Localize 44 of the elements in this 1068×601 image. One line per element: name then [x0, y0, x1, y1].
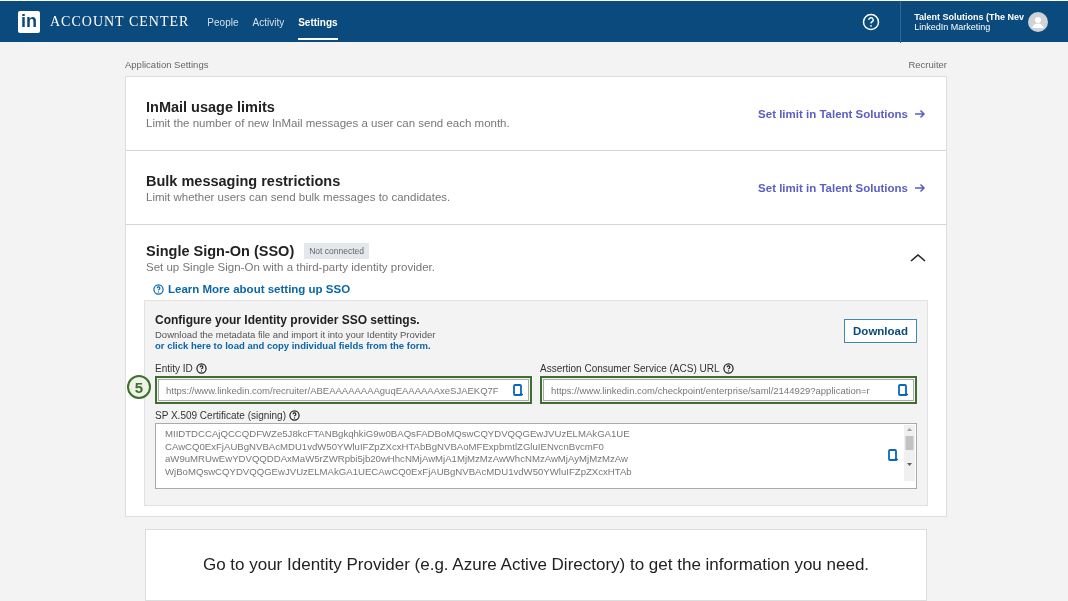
section-description: Limit whether users can send bulk messages to candidates.: [146, 190, 452, 203]
section-title: Bulk messaging restrictions: [146, 172, 342, 189]
copy-icon[interactable]: [888, 449, 899, 462]
arrow-right-icon: [914, 108, 926, 119]
set-limit-link[interactable]: Set limit in Talent Solutions: [758, 107, 908, 120]
breadcrumb: Application Settings: [125, 59, 209, 70]
certificate-text: MIIDTDCCAjQCCQDFWZe5J8kcFTANBgkqhkiG9w0BAQsFADBoMQswCQYDVQQGEwJVUzELMAkGA1UE CAwCQ0ExFjAUBgNVBAcMDU1vdW50YWluIFZpZXcxHTAbBgNVBAoMFExpbmtlZGluIENvcnBvcmF0 aW9uMRUwEwYDVQQDDAxMaW5rZWRpbi5jb20wHhcNMjAwMjA1MjMzMzAwWhcNMzAwMjAyMjMzMzAw WjBoMQswCQYDVQQGEwJVUzELMAkGA1UECAwCQ0ExFjAUBgNVBAcMDU1vdW50YWluIFZpZXcxHTAb: [165, 428, 633, 478]
download-button[interactable]: Download: [844, 319, 917, 343]
section-title: InMail usage limits: [146, 98, 276, 115]
account-name[interactable]: Talent Solutions (The Nev: [914, 11, 1024, 22]
info-text: Go to your Identity Provider (e.g. Azure Active Directory) to get the information you need.: [202, 555, 870, 575]
product-label: Recruiter: [908, 59, 947, 70]
logo[interactable]: in: [18, 10, 40, 33]
learn-more-link[interactable]: Learn More about setting up SSO: [168, 283, 351, 295]
field-label: Entity ID: [155, 363, 193, 374]
copy-icon[interactable]: [898, 383, 909, 397]
panel-heading: Configure your Identity provider SSO settings.: [155, 313, 421, 327]
url-field[interactable]: https://www.linkedin.com/checkpoint/enterprise/saml/2144929?application=r: [543, 379, 914, 401]
nav-tab[interactable]: Settings: [298, 3, 338, 40]
url-field[interactable]: https://www.linkedin.com/recruiter/ABEAAAAAAAAguqEAAAAAAxeSJAEKQ7F: [158, 379, 529, 401]
nav-tab[interactable]: People: [207, 3, 239, 40]
help-icon: [153, 283, 164, 295]
set-limit-link[interactable]: Set limit in Talent Solutions: [758, 181, 908, 194]
section-description: Set up Single Sign-On with a third-party identity provider.: [146, 261, 436, 273]
load-fields-link[interactable]: or click here to load and copy individual fields from the form.: [155, 340, 436, 351]
account-org: LinkedIn Marketing: [914, 21, 991, 32]
collapse-icon[interactable]: [910, 253, 926, 263]
scrollbar[interactable]: [904, 425, 915, 481]
step-badge: 5: [127, 375, 151, 399]
help-icon[interactable]: [722, 363, 734, 374]
avatar-icon[interactable]: [1028, 11, 1048, 32]
help-icon[interactable]: [195, 363, 207, 374]
app-title: ACCOUNT CENTER: [50, 13, 190, 30]
nav-tab[interactable]: Activity: [252, 3, 285, 40]
field-label: SP X.509 Certificate (signing): [155, 410, 286, 421]
field-label: Assertion Consumer Service (ACS) URL: [540, 363, 720, 374]
status-badge: Not connected: [304, 243, 370, 259]
panel-instructions: Download the metadata file and import it into your Identity Provider: [155, 329, 436, 340]
arrow-right-icon: [914, 182, 926, 193]
copy-icon[interactable]: [513, 383, 524, 397]
certificate-field[interactable]: [155, 423, 917, 489]
section-title: Single Sign-On (SSO): [146, 243, 295, 259]
section-description: Limit the number of new InMail messages a user can send each month.: [146, 116, 511, 129]
help-icon[interactable]: [289, 410, 300, 421]
